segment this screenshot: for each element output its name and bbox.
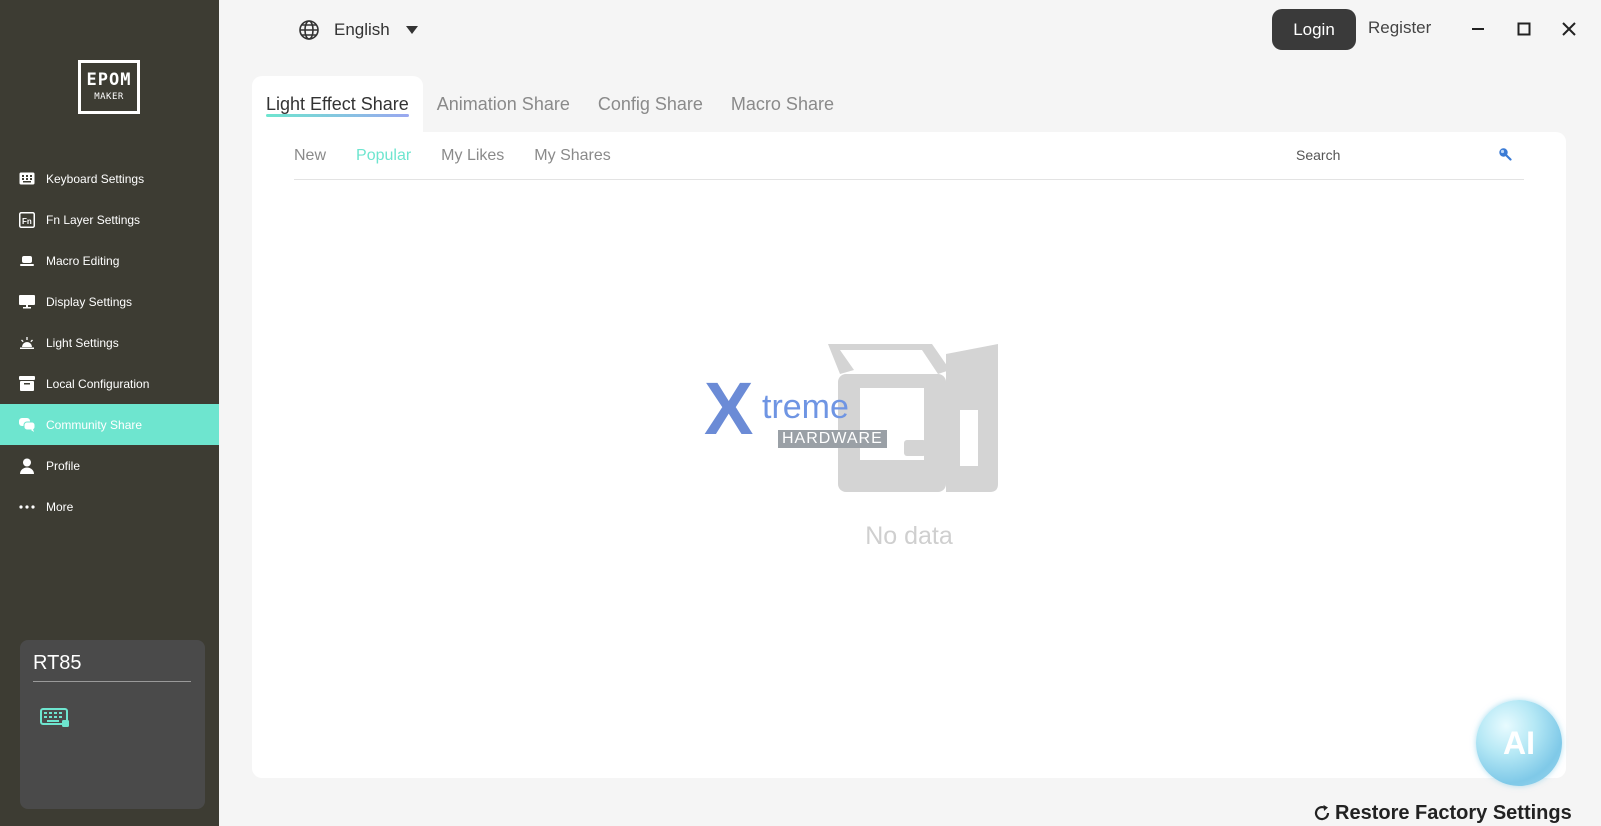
sidebar-item-display-settings[interactable]: Display Settings xyxy=(0,281,219,322)
search-input[interactable] xyxy=(1294,146,1488,164)
restore-label: Restore Factory Settings xyxy=(1335,801,1572,824)
device-name: RT85 xyxy=(33,652,191,682)
svg-text:Fn: Fn xyxy=(22,217,32,226)
sidebar-item-label: Display Settings xyxy=(46,294,133,309)
brand-logo: EPOM MAKER xyxy=(78,60,140,114)
sidebar-item-fn-layer-settings[interactable]: Fn Fn Layer Settings xyxy=(0,199,219,240)
sidebar-nav: Keyboard Settings Fn Fn Layer Settings M… xyxy=(0,158,219,527)
watermark-x: X xyxy=(704,367,754,450)
refresh-icon xyxy=(1314,805,1330,821)
device-card[interactable]: RT85 xyxy=(20,640,205,809)
sidebar-item-macro-editing[interactable]: Macro Editing xyxy=(0,240,219,281)
subtab-my-likes[interactable]: My Likes xyxy=(441,147,504,165)
sidebar-item-local-configuration[interactable]: Local Configuration xyxy=(0,363,219,404)
tab-light-effect-share[interactable]: Light Effect Share xyxy=(252,76,423,132)
share-tabs: Light Effect Share Animation Share Confi… xyxy=(252,76,848,132)
sidebar-item-label: More xyxy=(46,499,74,514)
ai-label: AI xyxy=(1503,724,1535,761)
tab-config-share[interactable]: Config Share xyxy=(584,76,717,132)
keyboard-icon xyxy=(18,171,36,187)
tab-underline xyxy=(266,114,409,117)
login-button[interactable]: Login xyxy=(1272,9,1356,50)
language-label: English xyxy=(334,20,390,39)
sidebar-item-label: Light Settings xyxy=(46,335,119,350)
sun-icon xyxy=(18,335,36,351)
sidebar-item-label: Profile xyxy=(46,458,81,473)
sidebar-item-label: Community Share xyxy=(46,417,143,432)
subtab-new[interactable]: New xyxy=(294,147,326,165)
sidebar-item-profile[interactable]: Profile xyxy=(0,445,219,486)
sidebar-item-keyboard-settings[interactable]: Keyboard Settings xyxy=(0,158,219,199)
ai-assistant-button[interactable]: AI xyxy=(1476,700,1562,786)
empty-state-text: No data xyxy=(865,522,953,550)
tab-label: Animation Share xyxy=(436,93,570,114)
sidebar-item-label: Macro Editing xyxy=(46,253,120,268)
close-icon[interactable] xyxy=(1558,18,1580,40)
restore-factory-settings-button[interactable]: Restore Factory Settings xyxy=(1313,802,1572,824)
logo-line2: MAKER xyxy=(94,92,124,102)
sidebar-item-more[interactable]: More xyxy=(0,486,219,527)
sidebar-item-community-share[interactable]: Community Share xyxy=(0,404,219,445)
register-link[interactable]: Register xyxy=(1368,18,1431,38)
subtab-my-shares[interactable]: My Shares xyxy=(534,147,610,165)
archive-icon xyxy=(18,376,36,392)
keyboard-icon xyxy=(40,708,70,733)
filter-tabs: New Popular My Likes My Shares xyxy=(294,132,1524,180)
subtab-popular[interactable]: Popular xyxy=(356,147,411,165)
watermark-treme: treme xyxy=(762,388,849,426)
sidebar-item-label: Keyboard Settings xyxy=(46,171,145,186)
chat-icon xyxy=(18,417,36,433)
watermark-hardware: HARDWARE xyxy=(778,430,887,448)
user-icon xyxy=(18,458,36,474)
sidebar-item-light-settings[interactable]: Light Settings xyxy=(0,322,219,363)
monitor-icon xyxy=(18,294,36,310)
globe-icon xyxy=(298,19,320,41)
watermark-logo: X treme HARDWARE xyxy=(704,372,914,464)
macro-icon xyxy=(18,253,36,269)
sidebar-item-label: Local Configuration xyxy=(46,376,150,391)
sidebar-item-label: Fn Layer Settings xyxy=(46,212,141,227)
search-box xyxy=(1294,144,1524,166)
maximize-icon[interactable] xyxy=(1513,18,1535,40)
tab-label: Light Effect Share xyxy=(266,93,409,114)
tab-label: Config Share xyxy=(597,93,703,114)
caret-down-icon xyxy=(405,26,418,34)
tab-animation-share[interactable]: Animation Share xyxy=(423,76,584,132)
dots-icon xyxy=(18,499,36,515)
tab-label: Macro Share xyxy=(730,93,834,114)
language-selector[interactable]: English xyxy=(298,18,418,42)
fn-icon: Fn xyxy=(18,211,36,228)
tab-macro-share[interactable]: Macro Share xyxy=(717,76,848,132)
search-icon[interactable] xyxy=(1498,147,1512,166)
minimize-icon[interactable] xyxy=(1467,18,1489,40)
logo-line1: EPOM xyxy=(86,70,132,90)
sidebar: EPOM MAKER Keyboard Settings Fn Fn Layer… xyxy=(0,0,219,826)
